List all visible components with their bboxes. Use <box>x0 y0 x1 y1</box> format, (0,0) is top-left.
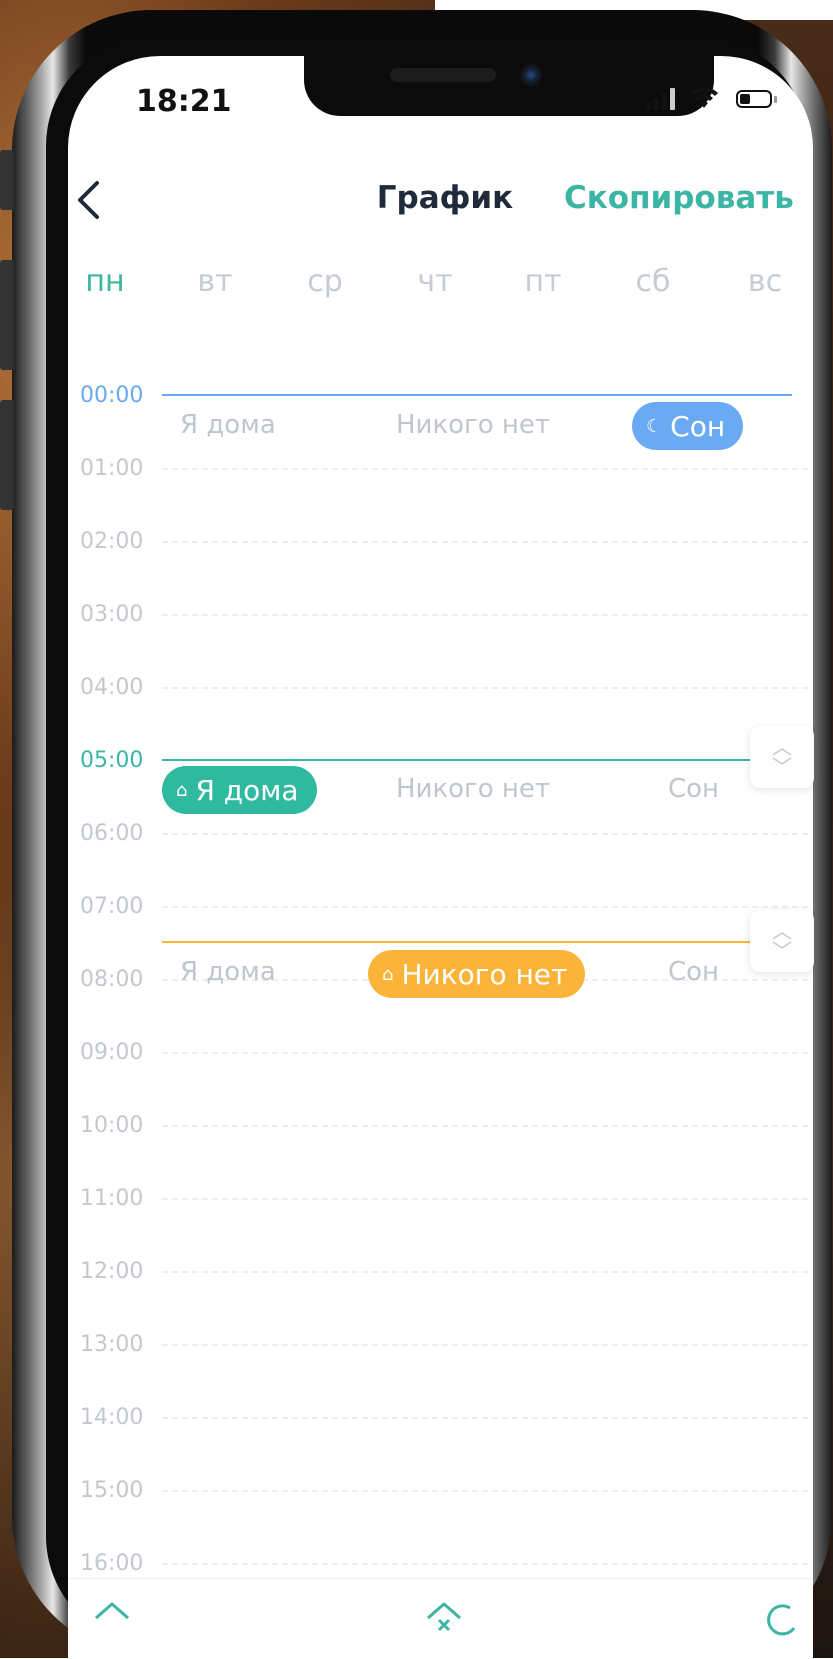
tab-day-tue[interactable]: вт <box>170 264 260 299</box>
battery-icon <box>736 90 772 108</box>
signal-bar <box>646 102 651 110</box>
status-time: 18:21 <box>136 84 232 119</box>
mode-pill-sleep[interactable]: ☾ Сон <box>632 402 744 450</box>
chevron-down-icon: ﹀ <box>772 755 792 779</box>
volume-down-button <box>0 400 14 510</box>
house-check-icon[interactable] <box>92 1598 132 1638</box>
tab-day-sun[interactable]: вс <box>720 264 810 299</box>
signal-bar <box>662 93 667 110</box>
time-adjust-handle[interactable]: ︿ ﹀ <box>750 910 814 972</box>
tab-day-mon[interactable]: пн <box>60 264 150 299</box>
moon-icon: ☾ <box>646 415 663 437</box>
battery-level <box>740 94 750 104</box>
mute-switch <box>0 150 14 210</box>
tab-day-sat[interactable]: сб <box>608 264 698 299</box>
mode-pill-label: Никого нет <box>401 957 568 991</box>
mode-pill-away[interactable]: ⌂ Никого нет <box>368 950 586 998</box>
chevron-up-icon: ︿ <box>772 919 792 943</box>
moon-icon[interactable] <box>760 1598 800 1638</box>
mode-pill-home[interactable]: ⌂ Я дома <box>162 766 317 814</box>
tab-day-fri[interactable]: пт <box>498 264 588 299</box>
house-check-icon: ⌂ <box>176 779 188 801</box>
signal-bar <box>670 88 675 110</box>
house-x-icon[interactable] <box>424 1598 464 1638</box>
volume-up-button <box>0 260 14 370</box>
status-icons <box>646 84 786 114</box>
house-x-icon: ⌂ <box>382 963 394 985</box>
front-camera <box>520 64 542 86</box>
chevron-down-icon: ﹀ <box>772 939 792 963</box>
mode-pill-label: Я дома <box>195 773 299 807</box>
chevron-left-icon <box>78 181 99 219</box>
tab-day-thu[interactable]: чт <box>390 264 480 299</box>
chevron-up-icon: ︿ <box>772 735 792 759</box>
speaker-grille <box>390 68 496 82</box>
tab-day-wed[interactable]: ср <box>280 264 370 299</box>
signal-bar <box>654 98 659 110</box>
copy-button[interactable]: Скопировать <box>564 180 794 216</box>
time-adjust-handle[interactable]: ︿ ﹀ <box>750 726 814 788</box>
back-button[interactable] <box>68 176 108 224</box>
battery-tip <box>774 96 777 103</box>
day-tabs: пн вт ср чт пт сб вс <box>60 264 810 304</box>
mode-pill-label: Сон <box>670 409 726 443</box>
wifi-icon <box>690 87 718 108</box>
page-title: График <box>376 180 514 216</box>
